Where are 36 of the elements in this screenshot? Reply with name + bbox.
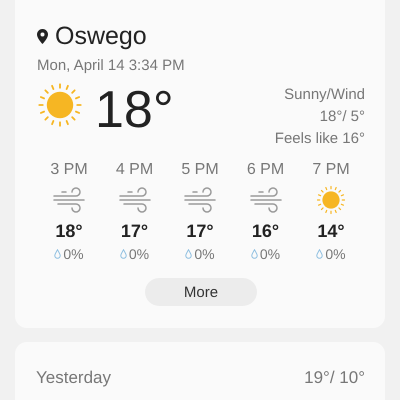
precipitation-chance: 0%	[260, 246, 280, 262]
high-low-temperature: 18°/ 5°	[320, 108, 365, 125]
feels-like-text: Feels like 16°	[274, 130, 365, 147]
hour-label: 6 PM	[246, 161, 284, 179]
raindrop-icon	[54, 249, 62, 259]
hour-temperature: 18°	[55, 221, 83, 242]
raindrop-icon	[250, 249, 258, 259]
raindrop-icon	[120, 249, 127, 259]
hour-temperature: 14°	[317, 221, 345, 242]
yesterday-label: Yesterday	[36, 368, 111, 388]
more-button[interactable]: More	[145, 278, 257, 306]
hour-temperature: 16°	[252, 221, 280, 242]
wind-icon	[52, 186, 86, 214]
location-name: Oswego	[55, 22, 147, 51]
wind-icon	[183, 186, 217, 214]
hour-label: 5 PM	[181, 161, 219, 179]
precipitation-chance: 0%	[128, 246, 150, 262]
current-temperature: 18°	[95, 82, 174, 138]
location-pin-icon	[37, 29, 48, 44]
precipitation-chance: 0%	[194, 246, 215, 262]
precipitation-chance: 0%	[63, 246, 84, 262]
hour-temperature: 17°	[186, 221, 214, 242]
wind-icon	[118, 186, 152, 214]
wind-icon	[248, 186, 282, 214]
hour-label: 4 PM	[116, 161, 154, 179]
precipitation-chance: 0%	[325, 246, 346, 262]
raindrop-icon	[316, 249, 324, 259]
raindrop-icon	[185, 249, 192, 259]
sun-icon	[316, 185, 346, 215]
yesterday-high-low: 19°/ 10°	[304, 368, 365, 388]
sun-icon	[37, 82, 83, 128]
condition-text: Sunny/Wind	[284, 86, 365, 103]
date-time: Mon, April 14 3:34 PM	[37, 57, 186, 74]
hour-label: 7 PM	[312, 161, 350, 179]
hour-temperature: 17°	[120, 221, 148, 242]
hour-label: 3 PM	[50, 161, 88, 179]
